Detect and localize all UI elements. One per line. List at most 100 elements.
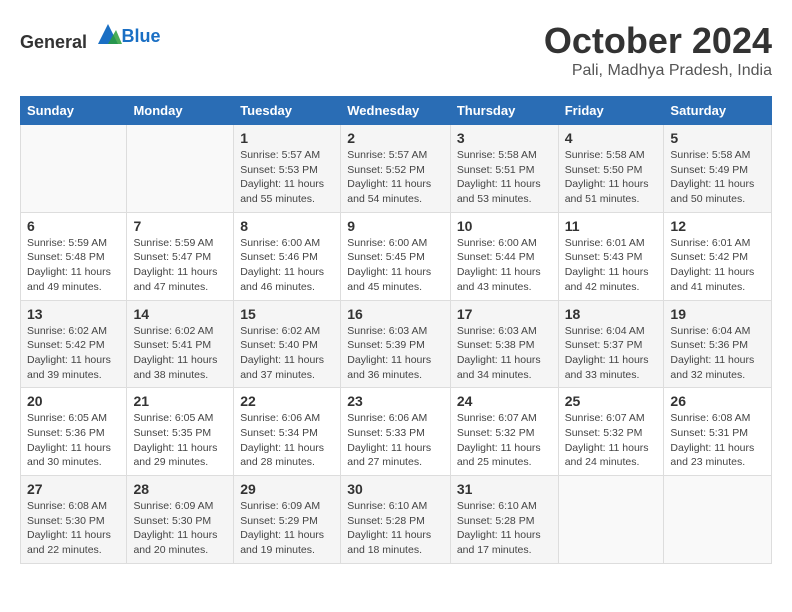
day-detail: Sunrise: 6:10 AM Sunset: 5:28 PM Dayligh… <box>347 499 444 558</box>
day-number: 28 <box>133 481 227 497</box>
day-detail: Sunrise: 6:06 AM Sunset: 5:33 PM Dayligh… <box>347 411 444 470</box>
calendar-cell: 12Sunrise: 6:01 AM Sunset: 5:42 PM Dayli… <box>664 212 772 300</box>
calendar-cell <box>127 125 234 213</box>
day-number: 15 <box>240 306 334 322</box>
title-block: October 2024 Pali, Madhya Pradesh, India <box>544 20 772 80</box>
day-number: 21 <box>133 393 227 409</box>
day-detail: Sunrise: 6:07 AM Sunset: 5:32 PM Dayligh… <box>565 411 658 470</box>
day-number: 27 <box>27 481 120 497</box>
calendar-cell: 18 Sunrise: 6:04 AM Sunset: 5:37 PM Dayli… <box>558 300 664 388</box>
calendar-cell: 24 Sunrise: 6:07 AM Sunset: 5:32 PM Dayli… <box>450 388 558 476</box>
calendar-cell: 7 Sunrise: 5:59 AM Sunset: 5:47 PM Daylig… <box>127 212 234 300</box>
day-number: 7 <box>133 218 227 234</box>
calendar-cell: 25Sunrise: 6:07 AM Sunset: 5:32 PM Dayli… <box>558 388 664 476</box>
day-detail: Sunrise: 6:09 AM Sunset: 5:30 PM Dayligh… <box>133 499 227 558</box>
calendar-cell: 13 Sunrise: 6:02 AM Sunset: 5:42 PM Dayli… <box>21 300 127 388</box>
calendar-cell: 3 Sunrise: 5:58 AM Sunset: 5:51 PM Daylig… <box>450 125 558 213</box>
day-detail: Sunrise: 6:03 AM Sunset: 5:38 PM Dayligh… <box>457 324 552 383</box>
calendar-table: SundayMondayTuesdayWednesdayThursdayFrid… <box>20 96 772 564</box>
day-number: 9 <box>347 218 444 234</box>
day-number: 2 <box>347 130 444 146</box>
day-number: 5 <box>670 130 765 146</box>
calendar-cell: 14 Sunrise: 6:02 AM Sunset: 5:41 PM Dayli… <box>127 300 234 388</box>
calendar-cell: 26Sunrise: 6:08 AM Sunset: 5:31 PM Dayli… <box>664 388 772 476</box>
calendar-cell: 6 Sunrise: 5:59 AM Sunset: 5:48 PM Daylig… <box>21 212 127 300</box>
calendar-cell: 17 Sunrise: 6:03 AM Sunset: 5:38 PM Dayli… <box>450 300 558 388</box>
calendar-cell: 16 Sunrise: 6:03 AM Sunset: 5:39 PM Dayli… <box>341 300 451 388</box>
day-number: 16 <box>347 306 444 322</box>
day-number: 20 <box>27 393 120 409</box>
calendar-cell <box>664 476 772 564</box>
month-title: October 2024 <box>544 20 772 62</box>
day-detail: Sunrise: 6:01 AM Sunset: 5:42 PM Dayligh… <box>670 236 765 295</box>
day-detail: Sunrise: 6:00 AM Sunset: 5:44 PM Dayligh… <box>457 236 552 295</box>
day-detail: Sunrise: 6:05 AM Sunset: 5:35 PM Dayligh… <box>133 411 227 470</box>
calendar-cell: 23 Sunrise: 6:06 AM Sunset: 5:33 PM Dayli… <box>341 388 451 476</box>
day-number: 13 <box>27 306 120 322</box>
day-detail: Sunrise: 5:58 AM Sunset: 5:51 PM Dayligh… <box>457 148 552 207</box>
calendar-cell <box>558 476 664 564</box>
calendar-cell <box>21 125 127 213</box>
calendar-header-row: SundayMondayTuesdayWednesdayThursdayFrid… <box>21 97 772 125</box>
day-detail: Sunrise: 6:04 AM Sunset: 5:37 PM Dayligh… <box>565 324 658 383</box>
day-detail: Sunrise: 6:00 AM Sunset: 5:45 PM Dayligh… <box>347 236 444 295</box>
day-detail: Sunrise: 6:08 AM Sunset: 5:30 PM Dayligh… <box>27 499 120 558</box>
calendar-cell: 28 Sunrise: 6:09 AM Sunset: 5:30 PM Dayli… <box>127 476 234 564</box>
day-number: 23 <box>347 393 444 409</box>
day-detail: Sunrise: 5:59 AM Sunset: 5:48 PM Dayligh… <box>27 236 120 295</box>
calendar-cell: 22Sunrise: 6:06 AM Sunset: 5:34 PM Dayli… <box>234 388 341 476</box>
day-detail: Sunrise: 6:02 AM Sunset: 5:42 PM Dayligh… <box>27 324 120 383</box>
week-row-1: 1 Sunrise: 5:57 AM Sunset: 5:53 PM Daylig… <box>21 125 772 213</box>
day-number: 10 <box>457 218 552 234</box>
column-header-sunday: Sunday <box>21 97 127 125</box>
day-detail: Sunrise: 6:10 AM Sunset: 5:28 PM Dayligh… <box>457 499 552 558</box>
day-number: 22 <box>240 393 334 409</box>
calendar-cell: 15 Sunrise: 6:02 AM Sunset: 5:40 PM Dayli… <box>234 300 341 388</box>
day-detail: Sunrise: 6:02 AM Sunset: 5:41 PM Dayligh… <box>133 324 227 383</box>
week-row-3: 13 Sunrise: 6:02 AM Sunset: 5:42 PM Dayli… <box>21 300 772 388</box>
column-header-saturday: Saturday <box>664 97 772 125</box>
day-number: 31 <box>457 481 552 497</box>
week-row-2: 6 Sunrise: 5:59 AM Sunset: 5:48 PM Daylig… <box>21 212 772 300</box>
day-detail: Sunrise: 5:57 AM Sunset: 5:53 PM Dayligh… <box>240 148 334 207</box>
calendar-cell: 19Sunrise: 6:04 AM Sunset: 5:36 PM Dayli… <box>664 300 772 388</box>
day-detail: Sunrise: 6:01 AM Sunset: 5:43 PM Dayligh… <box>565 236 658 295</box>
calendar-cell: 31 Sunrise: 6:10 AM Sunset: 5:28 PM Dayli… <box>450 476 558 564</box>
week-row-4: 20 Sunrise: 6:05 AM Sunset: 5:36 PM Dayli… <box>21 388 772 476</box>
day-detail: Sunrise: 6:04 AM Sunset: 5:36 PM Dayligh… <box>670 324 765 383</box>
day-detail: Sunrise: 6:03 AM Sunset: 5:39 PM Dayligh… <box>347 324 444 383</box>
location-title: Pali, Madhya Pradesh, India <box>544 62 772 80</box>
day-number: 4 <box>565 130 658 146</box>
day-detail: Sunrise: 6:00 AM Sunset: 5:46 PM Dayligh… <box>240 236 334 295</box>
day-detail: Sunrise: 6:05 AM Sunset: 5:36 PM Dayligh… <box>27 411 120 470</box>
day-number: 14 <box>133 306 227 322</box>
column-header-tuesday: Tuesday <box>234 97 341 125</box>
calendar-cell: 1 Sunrise: 5:57 AM Sunset: 5:53 PM Daylig… <box>234 125 341 213</box>
calendar-cell: 2 Sunrise: 5:57 AM Sunset: 5:52 PM Daylig… <box>341 125 451 213</box>
column-header-monday: Monday <box>127 97 234 125</box>
column-header-friday: Friday <box>558 97 664 125</box>
calendar-cell: 10 Sunrise: 6:00 AM Sunset: 5:44 PM Dayli… <box>450 212 558 300</box>
logo-general: General <box>20 32 87 52</box>
week-row-5: 27 Sunrise: 6:08 AM Sunset: 5:30 PM Dayli… <box>21 476 772 564</box>
calendar-cell: 30Sunrise: 6:10 AM Sunset: 5:28 PM Dayli… <box>341 476 451 564</box>
day-detail: Sunrise: 6:07 AM Sunset: 5:32 PM Dayligh… <box>457 411 552 470</box>
day-number: 29 <box>240 481 334 497</box>
day-detail: Sunrise: 5:57 AM Sunset: 5:52 PM Dayligh… <box>347 148 444 207</box>
day-detail: Sunrise: 6:02 AM Sunset: 5:40 PM Dayligh… <box>240 324 334 383</box>
logo-blue: Blue <box>122 26 161 46</box>
day-detail: Sunrise: 5:59 AM Sunset: 5:47 PM Dayligh… <box>133 236 227 295</box>
day-number: 1 <box>240 130 334 146</box>
day-number: 18 <box>565 306 658 322</box>
day-number: 24 <box>457 393 552 409</box>
calendar-cell: 11Sunrise: 6:01 AM Sunset: 5:43 PM Dayli… <box>558 212 664 300</box>
day-number: 17 <box>457 306 552 322</box>
day-detail: Sunrise: 6:09 AM Sunset: 5:29 PM Dayligh… <box>240 499 334 558</box>
day-number: 6 <box>27 218 120 234</box>
column-header-thursday: Thursday <box>450 97 558 125</box>
day-number: 3 <box>457 130 552 146</box>
calendar-cell: 8Sunrise: 6:00 AM Sunset: 5:46 PM Daylig… <box>234 212 341 300</box>
logo: General Blue <box>20 20 161 53</box>
calendar-cell: 21 Sunrise: 6:05 AM Sunset: 5:35 PM Dayli… <box>127 388 234 476</box>
logo-icon <box>94 20 122 48</box>
